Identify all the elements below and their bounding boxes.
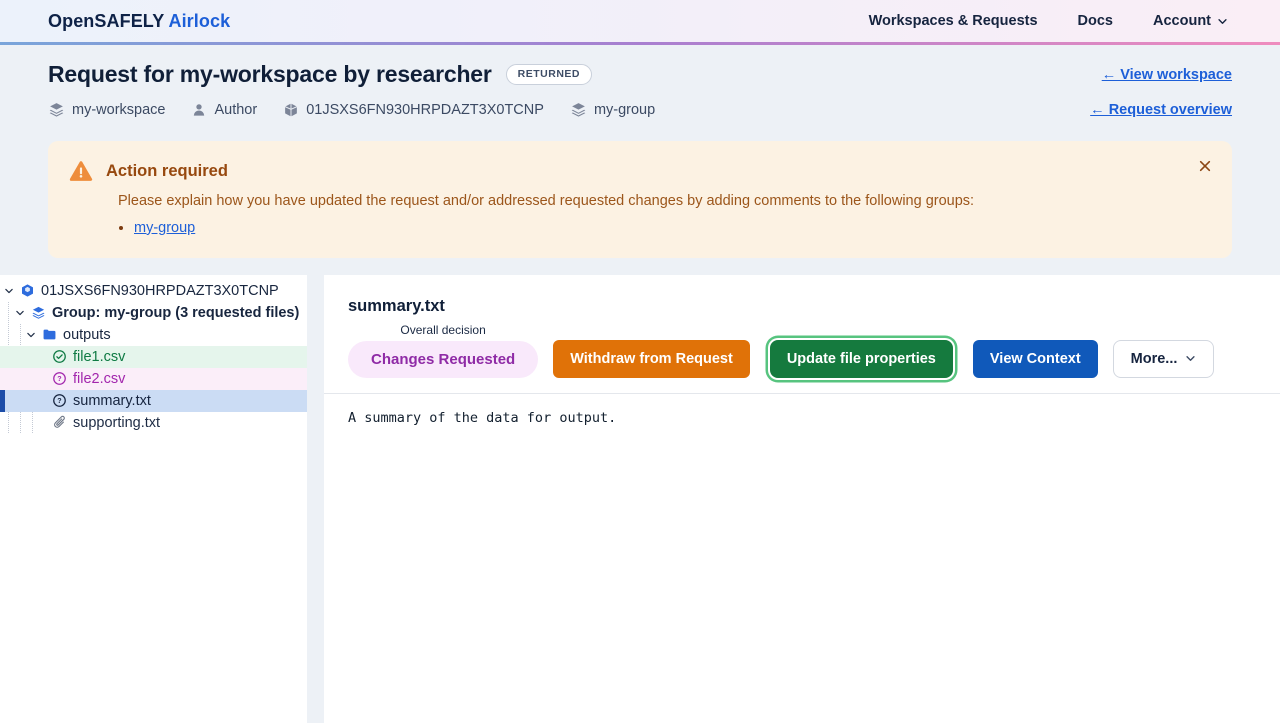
warning-triangle-icon [68, 158, 94, 184]
chevron-down-icon [1185, 353, 1196, 364]
brand-primary: OpenSAFELY [48, 11, 164, 31]
top-navbar: OpenSAFELY Airlock Workspaces & Requests… [0, 0, 1280, 45]
tree-item-outputs-folder[interactable]: outputs [0, 324, 307, 346]
tree-item-file2-csv[interactable]: ? file2.csv [0, 368, 307, 390]
tree-item-label: Group: my-group (3 requested files) [52, 305, 299, 321]
check-circle-icon [52, 349, 67, 364]
meta-workspace: my-workspace [48, 101, 165, 118]
nav-links: Workspaces & Requests Docs Account [869, 13, 1228, 29]
tree-item-file1-csv[interactable]: file1.csv [0, 346, 307, 368]
request-overview-link[interactable]: ← Request overview [1090, 102, 1232, 118]
file-detail-panel: summary.txt Overall decision Changes Req… [324, 275, 1280, 723]
tree-item-supporting-txt[interactable]: supporting.txt [0, 412, 307, 434]
chevron-down-icon[interactable] [26, 330, 36, 340]
meta-group: my-group [570, 101, 655, 118]
overall-decision-label: Overall decision [400, 323, 485, 337]
brand-logo[interactable]: OpenSAFELY Airlock [48, 11, 230, 32]
tree-item-label: 01JSXS6FN930HRPDAZT3X0TCNP [41, 283, 279, 299]
nav-account-label: Account [1153, 13, 1211, 29]
view-context-button[interactable]: View Context [973, 340, 1098, 378]
tree-item-label: outputs [63, 327, 111, 343]
alert-group-link[interactable]: my-group [134, 220, 195, 236]
more-menu-button[interactable]: More... [1113, 340, 1215, 378]
tree-item-group[interactable]: Group: my-group (3 requested files) [0, 302, 307, 324]
layers-icon [48, 101, 65, 118]
update-file-properties-button[interactable]: Update file properties [770, 340, 953, 378]
folder-icon [42, 327, 57, 342]
status-badge: RETURNED [506, 64, 592, 85]
alert-title: Action required [106, 162, 228, 181]
meta-workspace-label: my-workspace [72, 102, 165, 118]
svg-text:?: ? [57, 398, 61, 406]
question-circle-icon: ? [52, 371, 67, 386]
tree-item-label: file1.csv [73, 349, 125, 365]
tree-item-label: file2.csv [73, 371, 125, 387]
tree-item-label: supporting.txt [73, 415, 160, 431]
file-tree-sidebar: 01JSXS6FN930HRPDAZT3X0TCNP Group: my-gro… [0, 275, 307, 723]
page-title: Request for my-workspace by researcher [48, 61, 492, 88]
tree-item-summary-txt[interactable]: ? summary.txt [0, 390, 307, 412]
withdraw-from-request-button[interactable]: Withdraw from Request [553, 340, 750, 378]
layers-icon [31, 305, 46, 320]
action-required-alert: Action required Please explain how you h… [48, 141, 1232, 258]
page-header: Request for my-workspace by researcher R… [0, 45, 1280, 118]
request-metadata: my-workspace Author 01JSXS6FN930HRPDAZT3… [48, 101, 655, 118]
overall-decision: Overall decision Changes Requested [348, 323, 538, 378]
chevron-down-icon [1217, 16, 1228, 27]
cube-icon [20, 283, 35, 298]
layers-icon [570, 101, 587, 118]
meta-group-label: my-group [594, 102, 655, 118]
alert-group-item: my-group [134, 217, 1208, 240]
nav-account-menu[interactable]: Account [1153, 13, 1228, 29]
view-workspace-link[interactable]: ← View workspace [1102, 67, 1232, 83]
meta-request-id-label: 01JSXS6FN930HRPDAZT3X0TCNP [306, 102, 544, 118]
close-icon[interactable] [1192, 153, 1218, 179]
tree-item-label: summary.txt [73, 393, 151, 409]
user-icon [191, 102, 207, 118]
brand-secondary: Airlock [168, 11, 230, 31]
nav-workspaces-requests[interactable]: Workspaces & Requests [869, 13, 1038, 29]
content-area: 01JSXS6FN930HRPDAZT3X0TCNP Group: my-gro… [0, 275, 1280, 723]
question-circle-icon: ? [52, 393, 67, 408]
meta-request-id: 01JSXS6FN930HRPDAZT3X0TCNP [283, 102, 544, 118]
more-menu-label: More... [1131, 351, 1178, 367]
nav-docs[interactable]: Docs [1078, 13, 1113, 29]
meta-author: Author [191, 102, 257, 118]
cube-icon [283, 102, 299, 118]
file-toolbar: Overall decision Changes Requested Withd… [348, 323, 1256, 378]
chevron-down-icon[interactable] [4, 286, 14, 296]
alert-message: Please explain how you have updated the … [118, 191, 1208, 213]
chevron-down-icon[interactable] [15, 308, 25, 318]
svg-text:?: ? [57, 376, 61, 384]
alert-group-list: my-group [134, 217, 1208, 240]
meta-author-label: Author [214, 102, 257, 118]
file-content: A summary of the data for output. [324, 393, 1280, 442]
paperclip-icon [52, 415, 67, 430]
tree-item-request-root[interactable]: 01JSXS6FN930HRPDAZT3X0TCNP [0, 280, 307, 302]
changes-requested-pill: Changes Requested [348, 341, 538, 378]
file-title: summary.txt [348, 297, 1256, 316]
